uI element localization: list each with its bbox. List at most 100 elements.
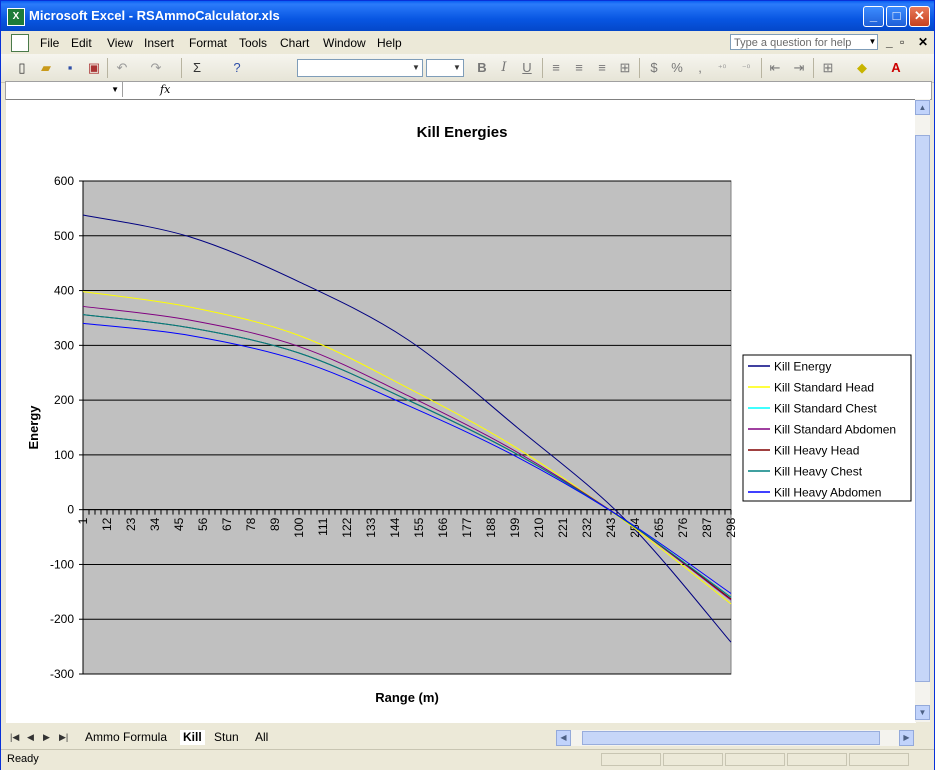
menu-tools[interactable]: Tools — [239, 36, 267, 50]
x-tick-label: 188 — [484, 517, 498, 537]
new-icon[interactable]: ▯ — [13, 59, 31, 77]
x-tick-label: 12 — [100, 517, 114, 531]
vertical-scrollbar[interactable]: ▲ ▼ — [915, 99, 930, 722]
workbook-icon[interactable] — [11, 34, 29, 52]
permission-icon[interactable]: ▣ — [85, 59, 103, 77]
x-tick-label: 155 — [412, 517, 426, 537]
bold-button[interactable]: B — [473, 59, 491, 77]
scroll-left-button[interactable]: ◀ — [556, 730, 571, 746]
status-text: Ready — [7, 753, 39, 765]
borders-icon[interactable]: ⊞ — [819, 59, 837, 77]
kill-energies-chart[interactable]: -300 -200 -100 0 100 200 300 400 500 600 1 12 23 34 45… — [6, 100, 916, 723]
scroll-up-button[interactable]: ▲ — [915, 100, 930, 115]
menu-insert[interactable]: Insert — [144, 36, 174, 50]
increase-decimal-icon[interactable]: ⁺⁰ — [713, 59, 731, 77]
name-box[interactable]: ▼ — [6, 82, 123, 97]
x-tick-label: 298 — [724, 517, 738, 537]
minimize-button[interactable]: _ — [863, 6, 884, 27]
toolbar-separator — [639, 58, 640, 78]
workbook-close-button[interactable]: ✕ — [918, 35, 928, 49]
x-axis-title: Range (m) — [375, 690, 439, 705]
align-left-icon[interactable]: ≡ — [547, 59, 565, 77]
sheet-tab-stun[interactable]: Stun — [214, 730, 239, 745]
menu-view[interactable]: View — [107, 36, 133, 50]
x-tick-label: 56 — [196, 517, 210, 531]
ask-question-input[interactable]: Type a question for help — [730, 34, 878, 50]
undo-icon[interactable]: ↶ — [113, 59, 131, 77]
x-tick-label: 89 — [268, 517, 282, 531]
merge-center-icon[interactable]: ⊞ — [616, 59, 634, 77]
x-tick-label: 1 — [76, 517, 90, 524]
chevron-down-icon[interactable]: ▼ — [111, 82, 119, 97]
ask-dropdown-icon[interactable]: ▼ — [867, 34, 878, 50]
workbook-minimize-button[interactable]: _ — [886, 35, 893, 49]
plot-area — [82, 180, 732, 675]
horizontal-scroll-thumb[interactable] — [582, 731, 880, 745]
y-tick-label: 600 — [54, 174, 74, 188]
align-center-icon[interactable]: ≡ — [570, 59, 588, 77]
percent-button[interactable]: % — [668, 59, 686, 77]
y-tick-label: -100 — [50, 557, 74, 571]
vertical-scroll-thumb[interactable] — [915, 135, 930, 682]
close-button[interactable]: ✕ — [909, 6, 930, 27]
x-tick-label: 243 — [604, 517, 618, 537]
x-tick-label: 45 — [172, 517, 186, 531]
help-icon[interactable]: ? — [228, 59, 246, 77]
underline-button[interactable]: U — [518, 59, 536, 77]
excel-icon: X — [7, 8, 25, 26]
last-sheet-icon[interactable]: ▶| — [59, 732, 68, 743]
x-tick-label: 34 — [148, 517, 162, 531]
x-tick-label: 199 — [508, 517, 522, 537]
status-cell — [663, 753, 723, 766]
x-tick-label: 67 — [220, 517, 234, 531]
open-icon[interactable]: ▰ — [37, 59, 55, 77]
x-tick-label: 287 — [700, 517, 714, 537]
font-name-combo[interactable]: ▼ — [297, 59, 423, 77]
font-color-icon[interactable]: A — [887, 59, 905, 77]
maximize-button[interactable]: □ — [886, 6, 907, 27]
horizontal-scrollbar[interactable]: ◀ ▶ — [556, 730, 914, 746]
chart-sheet[interactable]: -300 -200 -100 0 100 200 300 400 500 600 1 12 23 34 45… — [6, 99, 916, 723]
scroll-down-button[interactable]: ▼ — [915, 705, 930, 720]
menu-file[interactable]: File — [40, 36, 59, 50]
menu-help[interactable]: Help — [377, 36, 402, 50]
x-tick-label: 23 — [124, 517, 138, 531]
menu-format[interactable]: Format — [189, 36, 227, 50]
scroll-right-button[interactable]: ▶ — [899, 730, 914, 746]
currency-button[interactable]: $ — [645, 59, 663, 77]
status-cell — [787, 753, 847, 766]
prev-sheet-icon[interactable]: ◀ — [27, 732, 34, 743]
align-right-icon[interactable]: ≡ — [593, 59, 611, 77]
menu-chart[interactable]: Chart — [280, 36, 309, 50]
redo-icon[interactable]: ↷ — [147, 59, 165, 77]
comma-button[interactable]: , — [691, 59, 709, 77]
workbook-restore-button[interactable]: ▫ — [900, 35, 904, 49]
toolbar-separator — [181, 58, 182, 78]
sheet-tab-kill[interactable]: Kill — [180, 730, 205, 745]
decrease-indent-icon[interactable]: ⇤ — [766, 59, 784, 77]
sheet-tab-ammo-formula[interactable]: Ammo Formula — [85, 730, 167, 745]
legend-label: Kill Energy — [774, 360, 831, 374]
fill-color-icon[interactable]: ◆ — [853, 59, 871, 77]
fx-icon[interactable]: fx — [160, 83, 170, 96]
first-sheet-icon[interactable]: |◀ — [10, 732, 19, 743]
y-tick-label: 400 — [54, 284, 74, 298]
increase-indent-icon[interactable]: ⇥ — [790, 59, 808, 77]
italic-button[interactable]: I — [495, 59, 513, 77]
sheet-tab-all[interactable]: All — [255, 730, 268, 745]
x-tick-label: 177 — [460, 517, 474, 537]
next-sheet-icon[interactable]: ▶ — [43, 732, 50, 743]
x-tick-label: 210 — [532, 517, 546, 537]
menu-window[interactable]: Window — [323, 36, 366, 50]
x-tick-label: 111 — [316, 517, 330, 536]
menu-edit[interactable]: Edit — [71, 36, 92, 50]
decrease-decimal-icon[interactable]: ⁻⁰ — [737, 59, 755, 77]
save-icon[interactable]: ▪ — [61, 59, 79, 77]
autosum-icon[interactable]: Σ — [188, 59, 206, 77]
x-tick-label: 232 — [580, 517, 594, 537]
chevron-down-icon: ▼ — [412, 63, 420, 72]
font-size-combo[interactable]: ▼ — [426, 59, 464, 77]
formula-bar: ▼ fx — [5, 81, 932, 100]
x-tick-label: 122 — [340, 517, 354, 537]
window-title: Microsoft Excel - RSAmmoCalculator.xls — [29, 8, 280, 23]
